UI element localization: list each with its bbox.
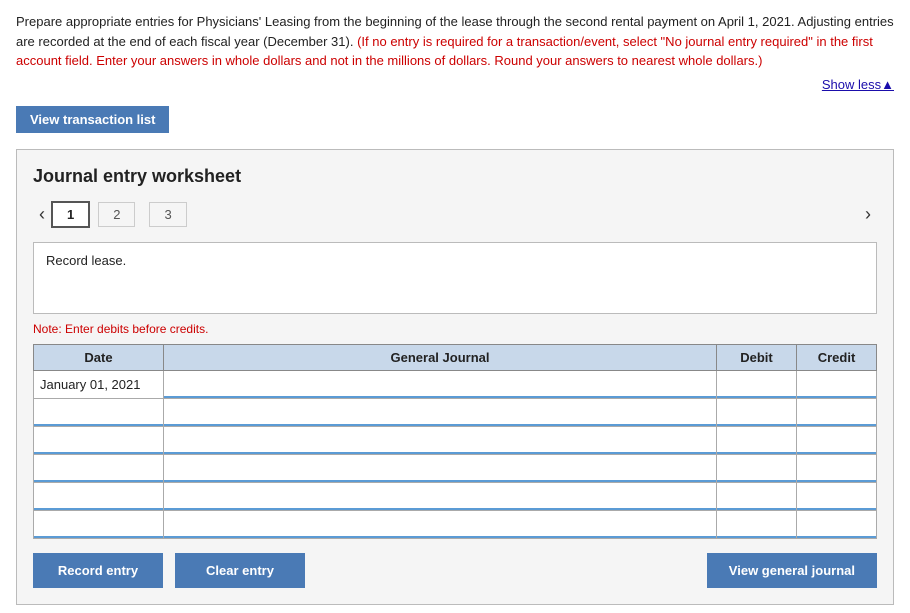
date-input[interactable] xyxy=(34,427,163,454)
general-journal-cell xyxy=(164,426,717,454)
credit-input[interactable] xyxy=(797,371,876,398)
debit-input[interactable] xyxy=(717,511,796,538)
credit-cell xyxy=(797,370,877,398)
instructions-block: Prepare appropriate entries for Physicia… xyxy=(0,0,910,77)
table-row xyxy=(34,398,877,426)
tab-1[interactable]: 1 xyxy=(51,201,90,228)
col-header-debit: Debit xyxy=(717,344,797,370)
record-entry-button[interactable]: Record entry xyxy=(33,553,163,588)
view-transaction-button[interactable]: View transaction list xyxy=(16,106,169,133)
general-journal-input[interactable] xyxy=(164,399,716,426)
general-journal-cell xyxy=(164,482,717,510)
date-input[interactable] xyxy=(34,483,163,510)
general-journal-input[interactable] xyxy=(164,455,716,482)
credit-input[interactable] xyxy=(797,427,876,454)
note-text: Note: Enter debits before credits. xyxy=(33,322,877,336)
date-cell xyxy=(34,482,164,510)
general-journal-cell xyxy=(164,510,717,538)
general-journal-cell xyxy=(164,398,717,426)
clear-entry-button[interactable]: Clear entry xyxy=(175,553,305,588)
general-journal-input[interactable] xyxy=(164,483,716,510)
debit-input[interactable] xyxy=(717,399,796,426)
buttons-row: Record entry Clear entry View general jo… xyxy=(33,553,877,588)
debit-cell xyxy=(717,510,797,538)
show-less-link[interactable]: Show less▲ xyxy=(0,77,910,98)
date-input[interactable] xyxy=(34,399,163,426)
date-cell xyxy=(34,510,164,538)
date-input[interactable] xyxy=(34,511,163,538)
credit-cell xyxy=(797,426,877,454)
credit-cell xyxy=(797,398,877,426)
debit-cell xyxy=(717,370,797,398)
col-header-date: Date xyxy=(34,344,164,370)
date-cell xyxy=(34,454,164,482)
tabs-row: ‹ 1 2 3 › xyxy=(33,201,877,228)
tab-2[interactable]: 2 xyxy=(98,202,135,227)
general-journal-input[interactable] xyxy=(164,427,716,454)
tab-3[interactable]: 3 xyxy=(149,202,186,227)
date-cell: January 01, 2021 xyxy=(34,370,164,398)
debit-input[interactable] xyxy=(717,483,796,510)
general-journal-cell xyxy=(164,370,717,398)
col-header-credit: Credit xyxy=(797,344,877,370)
date-input[interactable] xyxy=(34,455,163,482)
credit-input[interactable] xyxy=(797,399,876,426)
description-text: Record lease. xyxy=(46,253,126,268)
table-row: January 01, 2021 xyxy=(34,370,877,398)
col-header-general-journal: General Journal xyxy=(164,344,717,370)
credit-cell xyxy=(797,454,877,482)
credit-cell xyxy=(797,510,877,538)
credit-input[interactable] xyxy=(797,455,876,482)
tab-prev-arrow[interactable]: ‹ xyxy=(33,204,51,225)
debit-cell xyxy=(717,482,797,510)
general-journal-cell xyxy=(164,454,717,482)
debit-input[interactable] xyxy=(717,371,796,398)
debit-input[interactable] xyxy=(717,427,796,454)
date-cell xyxy=(34,426,164,454)
general-journal-input[interactable] xyxy=(164,371,716,398)
debit-cell xyxy=(717,426,797,454)
debit-input[interactable] xyxy=(717,455,796,482)
table-row xyxy=(34,454,877,482)
date-cell xyxy=(34,398,164,426)
credit-input[interactable] xyxy=(797,511,876,538)
table-row xyxy=(34,510,877,538)
debit-cell xyxy=(717,398,797,426)
general-journal-input[interactable] xyxy=(164,511,716,538)
worksheet-title: Journal entry worksheet xyxy=(33,166,877,187)
table-row xyxy=(34,482,877,510)
table-row xyxy=(34,426,877,454)
credit-cell xyxy=(797,482,877,510)
view-general-journal-button[interactable]: View general journal xyxy=(707,553,877,588)
description-box: Record lease. xyxy=(33,242,877,314)
credit-input[interactable] xyxy=(797,483,876,510)
debit-cell xyxy=(717,454,797,482)
tab-next-arrow[interactable]: › xyxy=(859,204,877,225)
journal-entry-worksheet: Journal entry worksheet ‹ 1 2 3 › Record… xyxy=(16,149,894,605)
journal-table: Date General Journal Debit Credit Januar… xyxy=(33,344,877,539)
